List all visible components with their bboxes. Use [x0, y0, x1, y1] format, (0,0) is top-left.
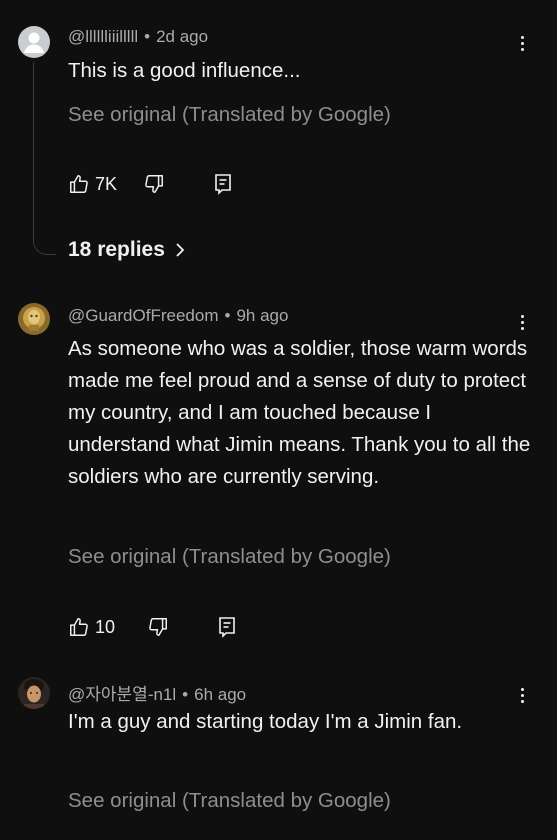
- thread-line: [33, 62, 56, 255]
- comment-time[interactable]: 9h ago: [236, 306, 288, 325]
- like-button[interactable]: 10: [68, 616, 115, 638]
- comment-1: @lllllliiilllll • 2d ago This is a good in…: [0, 0, 557, 270]
- view-replies-button[interactable]: 18 replies: [68, 238, 185, 262]
- comment-time[interactable]: 6h ago: [194, 685, 246, 704]
- comment-actions: 10: [68, 614, 237, 640]
- see-original-link[interactable]: See original (Translated by Google): [68, 103, 391, 127]
- see-original-link[interactable]: See original (Translated by Google): [68, 789, 391, 813]
- meta-separator: •: [144, 27, 151, 46]
- see-original-link[interactable]: See original (Translated by Google): [68, 545, 391, 569]
- comment-meta: @자아분열-n1l • 6h ago: [68, 680, 246, 705]
- comment-author[interactable]: @자아분열-n1l: [68, 685, 176, 704]
- comment-text: I'm a guy and starting today I'm a Jimin…: [68, 710, 463, 733]
- reply-button[interactable]: [213, 173, 233, 195]
- like-button[interactable]: 7K: [68, 173, 117, 195]
- comment-text: As someone who was a soldier, those warm…: [68, 337, 531, 488]
- thumbs-down-icon: [149, 618, 168, 636]
- reply-button[interactable]: [217, 616, 237, 638]
- like-count: 7K: [95, 173, 118, 194]
- thumbs-up-icon: [70, 175, 88, 193]
- comment-meta: @GuardOfFreedom • 9h ago: [68, 306, 288, 326]
- default-avatar-icon[interactable]: [18, 26, 50, 58]
- photo-avatar[interactable]: [18, 677, 50, 709]
- dislike-button[interactable]: [143, 173, 165, 195]
- comment-author[interactable]: @lllllliiilllll: [68, 27, 138, 46]
- thumbs-up-icon: [70, 618, 88, 636]
- comment-actions: 7K: [68, 171, 233, 197]
- reply-comment-icon: [215, 174, 231, 195]
- thumbs-down-icon: [145, 175, 164, 193]
- more-options-icon[interactable]: [512, 683, 532, 707]
- meta-separator: •: [224, 306, 231, 325]
- like-count: 10: [95, 616, 116, 637]
- more-options-icon[interactable]: [512, 310, 532, 334]
- meta-separator: •: [182, 685, 189, 704]
- comment-meta: @lllllliiilllll • 2d ago: [68, 27, 208, 47]
- gold-avatar[interactable]: [18, 303, 50, 335]
- comment-text: This is a good influence...: [68, 59, 301, 82]
- replies-count: 18 replies: [68, 238, 165, 261]
- comment-author[interactable]: @GuardOfFreedom: [68, 306, 218, 325]
- reply-comment-icon: [219, 617, 235, 638]
- comment-time[interactable]: 2d ago: [156, 27, 208, 46]
- dislike-button[interactable]: [147, 616, 169, 638]
- chevron-right-icon: [176, 243, 185, 257]
- more-options-icon[interactable]: [512, 31, 532, 55]
